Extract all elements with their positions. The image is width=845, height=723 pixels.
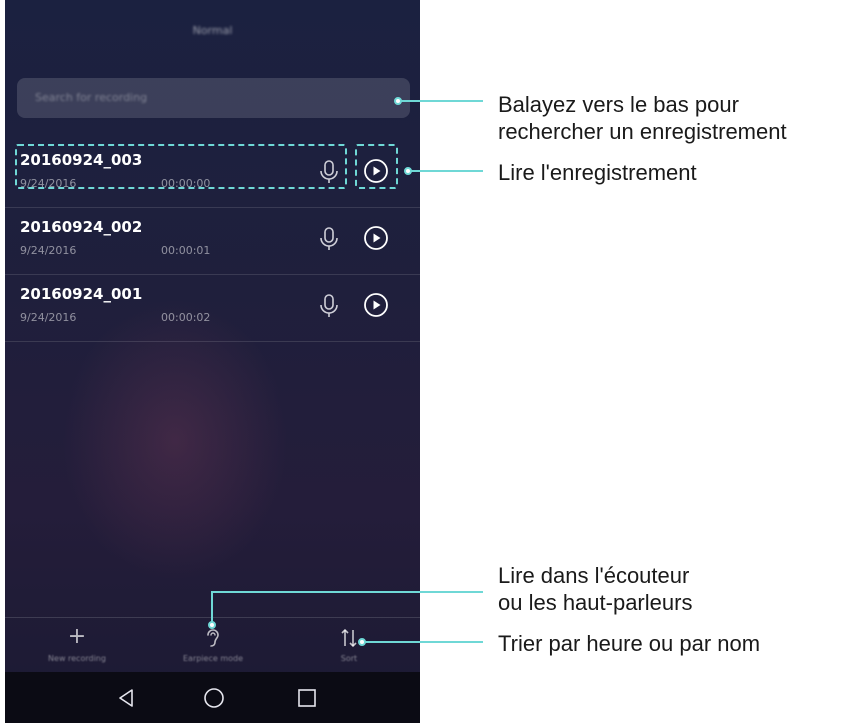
play-icon[interactable]: [363, 225, 389, 251]
bottom-toolbar: + New recording Earpiece mode Sort: [5, 617, 420, 673]
new-recording-label: New recording: [48, 654, 106, 663]
play-icon[interactable]: [363, 292, 389, 318]
annotation-search-line2: rechercher un enregistrement: [498, 119, 787, 144]
home-icon[interactable]: [202, 686, 226, 710]
navigation-bar: [5, 672, 420, 723]
new-recording-button[interactable]: + New recording: [17, 624, 137, 663]
annotation-search: Balayez vers le bas pour rechercher un e…: [498, 91, 787, 145]
recording-date: 9/24/2016: [20, 311, 77, 324]
play-highlight-box: [355, 144, 398, 189]
recent-apps-icon[interactable]: [296, 687, 318, 709]
annotation-earpiece-line1: Lire dans l'écouteur: [498, 563, 690, 588]
annotation-play: Lire l'enregistrement: [498, 160, 697, 185]
annotation-earpiece-line2: ou les haut-parleurs: [498, 590, 693, 615]
recording-row[interactable]: 20160924_001 9/24/2016 00:00:02: [5, 275, 420, 342]
microphone-icon: [320, 294, 338, 317]
microphone-icon: [320, 227, 338, 250]
sort-icon: [289, 624, 409, 650]
earpiece-mode-label: Earpiece mode: [182, 654, 244, 663]
sort-label: Sort: [340, 654, 358, 663]
annotation-earpiece: Lire dans l'écouteur ou les haut-parleur…: [498, 562, 692, 616]
page-title: Normal: [192, 24, 233, 37]
back-icon[interactable]: [115, 687, 137, 709]
search-bar[interactable]: Search for recording: [17, 78, 410, 118]
recording-duration: 00:00:01: [161, 244, 211, 257]
annotation-search-line1: Balayez vers le bas pour: [498, 92, 739, 117]
recording-name: 20160924_002: [20, 218, 143, 236]
recording-name: 20160924_001: [20, 285, 143, 303]
sort-button[interactable]: Sort: [289, 624, 409, 663]
phone-screen: Normal Search for recording 20160924_003…: [5, 0, 420, 723]
recording-date: 9/24/2016: [20, 244, 77, 257]
ear-icon: [153, 624, 273, 650]
recording-duration: 00:00:02: [161, 311, 211, 324]
plus-icon: +: [67, 624, 87, 649]
search-input[interactable]: Search for recording: [35, 91, 147, 104]
annotation-sort: Trier par heure ou par nom: [498, 631, 761, 656]
recording-row[interactable]: 20160924_002 9/24/2016 00:00:01: [5, 208, 420, 275]
recording-highlight-box: [15, 144, 347, 189]
earpiece-mode-button[interactable]: Earpiece mode: [153, 624, 273, 663]
